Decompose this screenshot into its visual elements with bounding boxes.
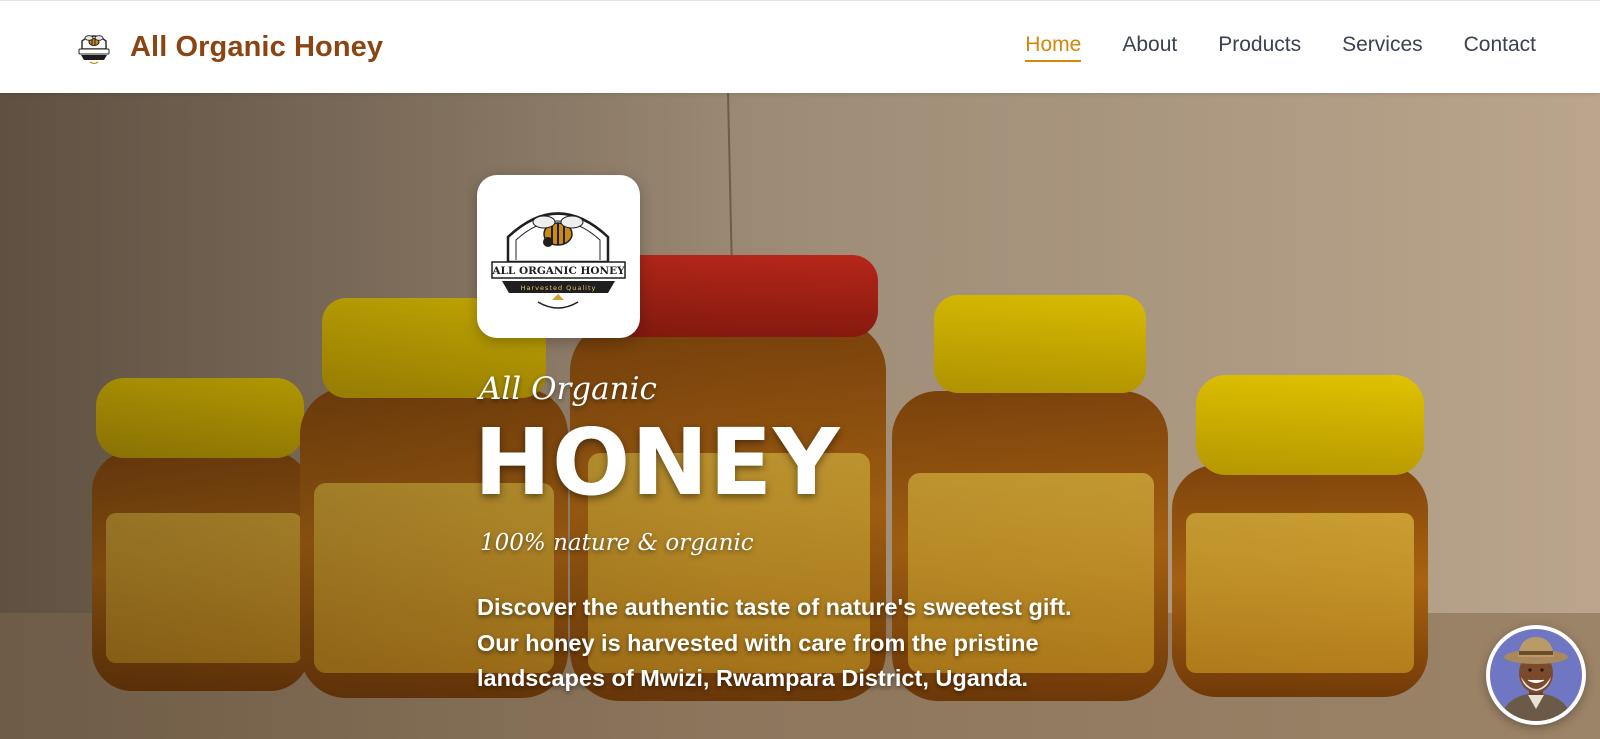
hero-section: ALL ORGANIC HONEY Harvested Quality All … — [0, 93, 1600, 739]
badge-text: ALL ORGANIC HONEY — [491, 265, 625, 277]
brand-name[interactable]: All Organic Honey — [130, 31, 383, 64]
nav-home[interactable]: Home — [1025, 33, 1082, 62]
honey-bee-badge-icon — [78, 35, 110, 65]
farmer-avatar-icon — [1490, 629, 1582, 721]
hero-logo-card: ALL ORGANIC HONEY Harvested Quality — [477, 175, 640, 338]
badge-subtext: Harvested Quality — [521, 284, 597, 292]
nav-contact[interactable]: Contact — [1464, 33, 1536, 62]
hero-script-top: All Organic — [479, 371, 657, 407]
nav-products[interactable]: Products — [1218, 33, 1301, 62]
brand[interactable]: All Organic Honey — [74, 27, 383, 67]
chat-avatar-button[interactable] — [1486, 625, 1586, 725]
main-nav: Home About Products Services Contact — [1025, 33, 1536, 62]
hero-title: HONEY — [474, 409, 841, 516]
nav-about[interactable]: About — [1122, 33, 1177, 62]
nav-services[interactable]: Services — [1342, 33, 1423, 62]
hero-script-bottom: 100% nature & organic — [480, 530, 754, 556]
site-header: All Organic Honey Home About Products Se… — [0, 0, 1600, 93]
hero-description: Discover the authentic taste of nature's… — [477, 594, 1072, 691]
honey-bee-badge-icon: ALL ORGANIC HONEY Harvested Quality — [491, 211, 626, 309]
